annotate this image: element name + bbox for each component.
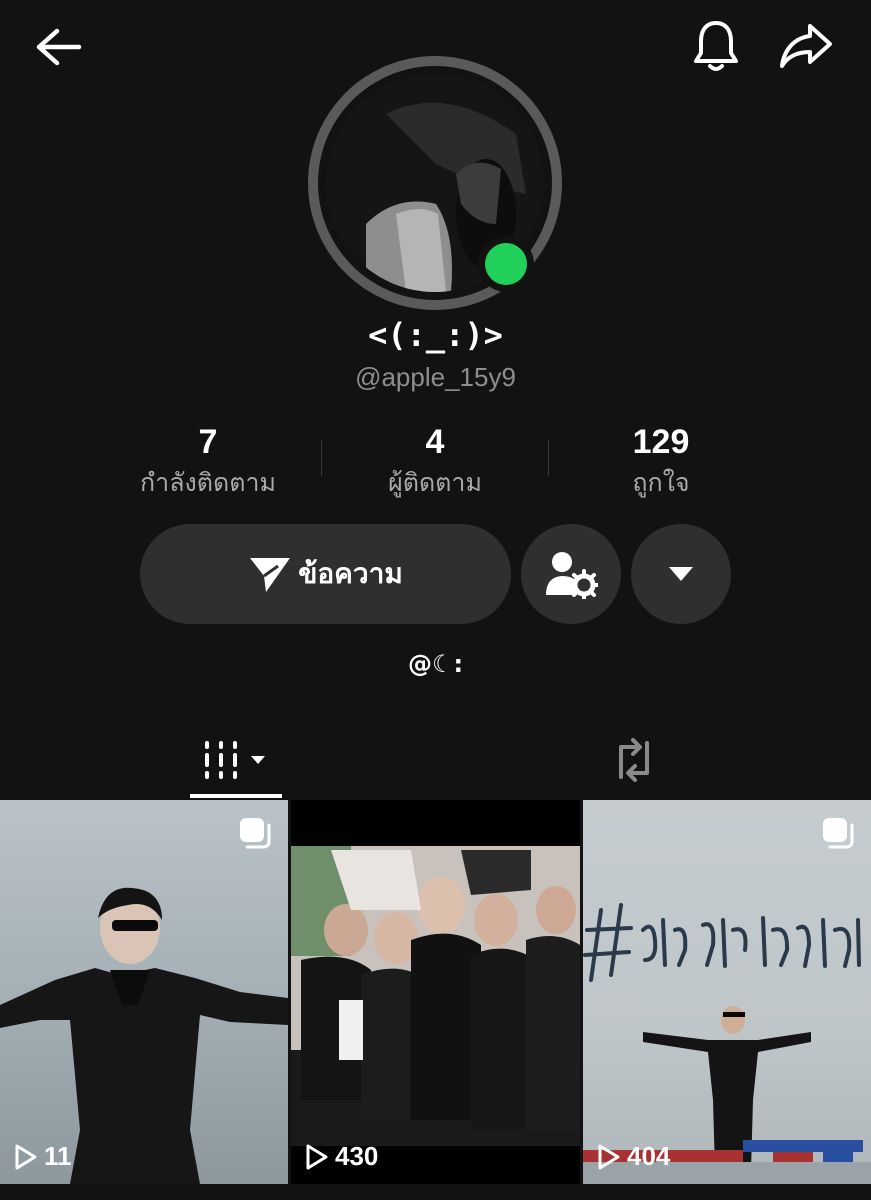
- stat-likes-count: 129: [632, 423, 690, 461]
- display-name: <(:_:)>: [368, 316, 503, 354]
- view-count: 11: [14, 1141, 72, 1172]
- view-count: 404: [597, 1141, 670, 1172]
- stat-followers-label: ผู้ติดตาม: [388, 468, 482, 497]
- bottom-edge: [0, 1184, 871, 1200]
- tab-reposts[interactable]: [588, 722, 680, 798]
- repost-icon: [619, 738, 649, 782]
- multi-photo-icon: [821, 816, 855, 854]
- stat-likes-label: ถูกใจ: [632, 468, 690, 497]
- user-settings-button[interactable]: [521, 524, 621, 624]
- user-gear-icon: [546, 552, 598, 599]
- video-thumbnail: [0, 887, 288, 1184]
- multi-photo-icon: [238, 816, 272, 854]
- stat-divider: [321, 440, 322, 476]
- caret-down-icon: [669, 567, 693, 581]
- paper-plane-icon: [250, 558, 291, 592]
- arrow-left-icon: [36, 28, 82, 66]
- online-status-dot: [478, 236, 534, 292]
- share-arrow-icon: [780, 24, 832, 68]
- notification-button[interactable]: [688, 18, 744, 74]
- tab-active-indicator: [190, 794, 282, 798]
- stat-following[interactable]: 7 กำลังติดตาม: [98, 420, 318, 500]
- profile-page: <(:_:)> @apple_15y9 7 กำลังติดตาม 4 ผู้ต…: [0, 0, 871, 1200]
- video-tile[interactable]: 11: [0, 800, 288, 1184]
- view-count-value: 11: [44, 1141, 72, 1171]
- video-thumbnail: [291, 846, 580, 1146]
- play-icon: [598, 1144, 620, 1169]
- video-thumbnail: [583, 903, 871, 1184]
- username: @apple_15y9: [355, 362, 516, 392]
- stat-following-label: กำลังติดตาม: [140, 468, 276, 497]
- back-button[interactable]: [30, 22, 86, 72]
- stat-followers[interactable]: 4 ผู้ติดตาม: [325, 420, 545, 500]
- play-icon: [306, 1144, 328, 1169]
- share-button[interactable]: [776, 18, 836, 74]
- video-tile[interactable]: 404: [583, 800, 871, 1184]
- more-dropdown-button[interactable]: [631, 524, 731, 624]
- video-grid-icon: [205, 741, 265, 779]
- view-count-value: 430: [335, 1141, 379, 1171]
- video-tile[interactable]: 430: [291, 800, 580, 1184]
- stat-followers-count: 4: [425, 423, 445, 461]
- tab-videos[interactable]: [190, 722, 282, 798]
- video-grid: 11 430 404: [0, 800, 871, 1184]
- view-count-value: 404: [627, 1141, 671, 1171]
- bell-icon: [694, 21, 738, 71]
- stat-following-count: 7: [198, 423, 218, 461]
- message-button-label: ข้อความ: [298, 557, 403, 590]
- view-count: 430: [305, 1141, 378, 1172]
- stat-divider: [548, 440, 549, 476]
- profile-bio: @☾:: [407, 650, 464, 678]
- play-icon: [15, 1144, 37, 1169]
- message-button[interactable]: ข้อความ: [140, 524, 511, 624]
- stat-likes[interactable]: 129 ถูกใจ: [551, 420, 771, 500]
